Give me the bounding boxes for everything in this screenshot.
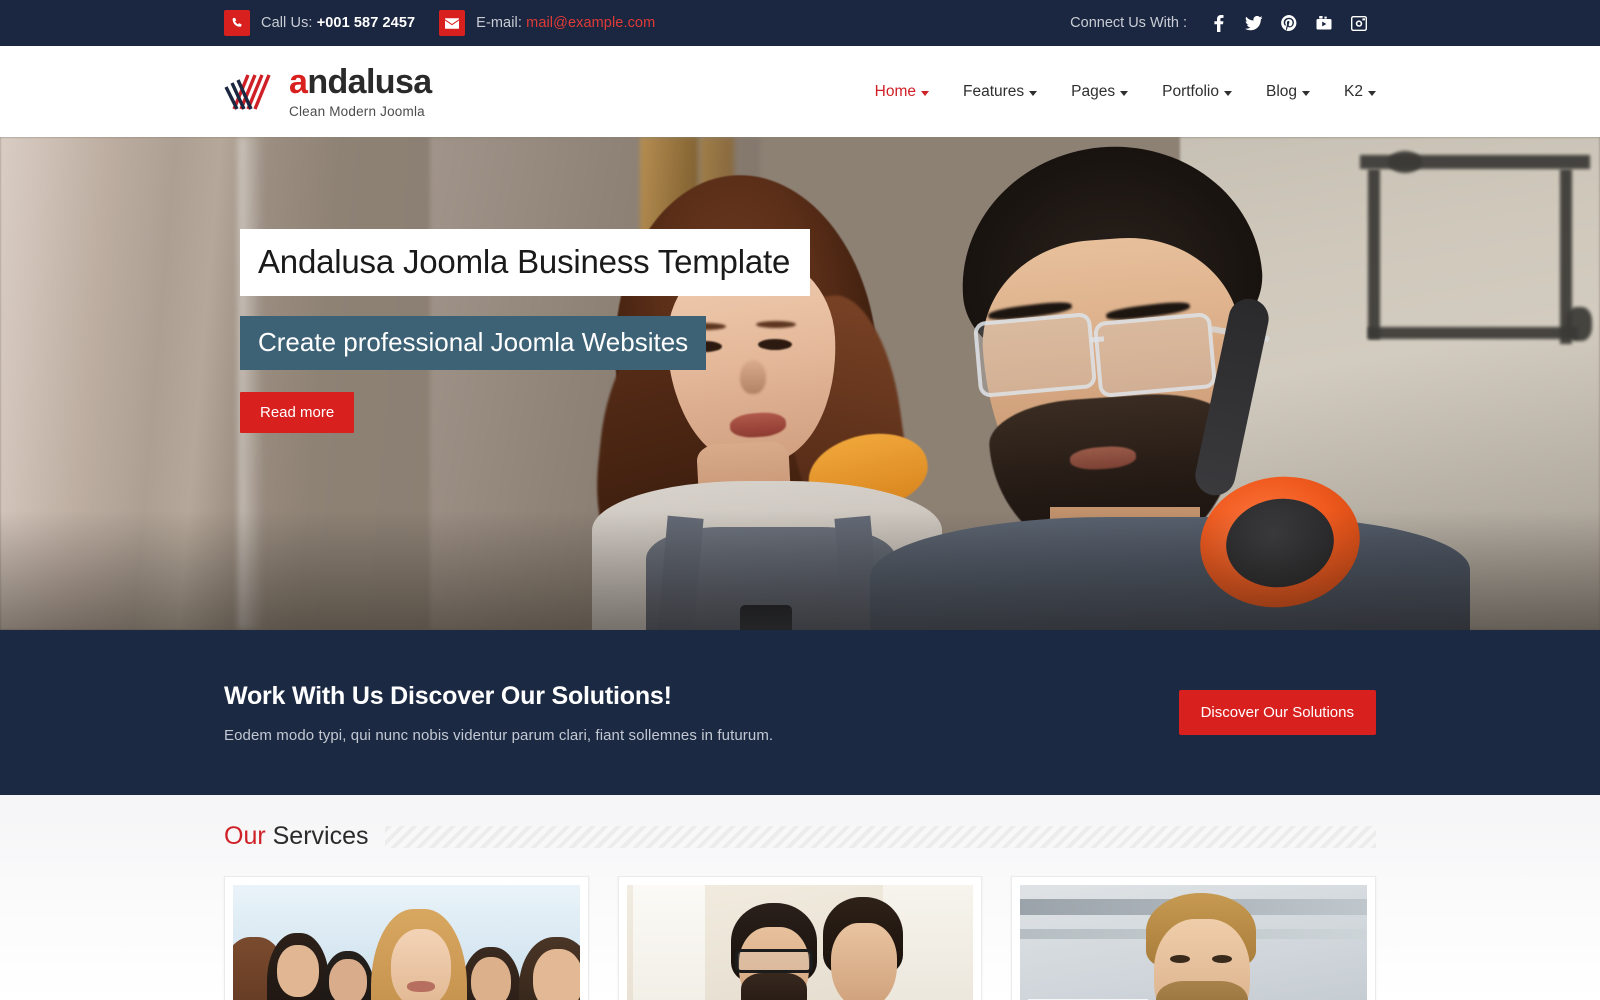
youtube-icon[interactable] <box>1306 8 1341 38</box>
nav-label-home: Home <box>874 82 916 100</box>
email-address[interactable]: mail@example.com <box>526 15 655 31</box>
site-header: andalusa Clean Modern Joomla Home Featur… <box>0 46 1600 137</box>
logo-wordmark: andalusa <box>289 65 432 99</box>
nav-label-portfolio: Portfolio <box>1162 82 1219 100</box>
topbar-contact-group: Call Us: +001 587 2457 E-mail: mail@exam… <box>224 10 655 36</box>
nav-item-k2[interactable]: K2 <box>1327 83 1376 101</box>
services-section-header: Our Services <box>224 795 1376 851</box>
facebook-icon[interactable] <box>1201 8 1236 38</box>
page-root: Call Us: +001 587 2457 E-mail: mail@exam… <box>0 0 1600 1000</box>
phone-contact[interactable]: Call Us: +001 587 2457 <box>224 10 415 36</box>
phone-icon <box>224 10 250 36</box>
email-label: E-mail: <box>476 15 522 31</box>
email-text: E-mail: mail@example.com <box>476 15 655 31</box>
phone-label: Call Us: <box>261 15 313 31</box>
services-title: Our Services <box>224 822 369 851</box>
cta-title: Work With Us Discover Our Solutions! <box>224 681 672 710</box>
service-card[interactable] <box>617 876 983 1000</box>
services-title-accent: Our <box>224 822 266 850</box>
chevron-down-icon <box>1302 90 1311 96</box>
chevron-down-icon <box>921 90 929 96</box>
cta-text-group: Work With Us Discover Our Solutions! Eod… <box>224 682 773 744</box>
service-card-image <box>233 885 580 1000</box>
phone-text: Call Us: +001 587 2457 <box>261 15 415 31</box>
chevron-down-icon <box>1029 90 1038 96</box>
service-card[interactable] <box>1011 876 1377 1000</box>
nav-item-blog[interactable]: Blog <box>1249 83 1327 101</box>
logo-word-rest: ndalusa <box>307 62 432 101</box>
section-stripe-decoration <box>384 825 1376 848</box>
cta-band: Work With Us Discover Our Solutions! Eod… <box>0 630 1600 795</box>
top-contact-bar: Call Us: +001 587 2457 E-mail: mail@exam… <box>0 0 1600 46</box>
hero-title: Andalusa Joomla Business Template <box>240 229 811 296</box>
pinterest-icon[interactable] <box>1271 8 1306 38</box>
service-card[interactable] <box>224 876 589 1000</box>
logo-tagline: Clean Modern Joomla <box>289 103 425 119</box>
chevron-down-icon <box>1368 90 1376 96</box>
andalusa-stripes-logo-icon <box>224 71 276 113</box>
instagram-icon[interactable] <box>1341 8 1376 38</box>
service-card-image <box>626 885 974 1000</box>
services-section: Our Services <box>0 795 1600 1000</box>
email-contact[interactable]: E-mail: mail@example.com <box>439 10 655 36</box>
services-card-grid <box>224 876 1377 1000</box>
twitter-icon[interactable] <box>1236 8 1271 38</box>
main-navigation: Home Features Pages Portfolio Blog K2 <box>858 83 1376 101</box>
nav-item-pages[interactable]: Pages <box>1054 83 1145 101</box>
envelope-icon <box>439 10 466 36</box>
nav-label-k2: K2 <box>1344 82 1363 100</box>
nav-label-blog: Blog <box>1266 82 1298 100</box>
chevron-down-icon <box>1224 90 1232 96</box>
social-links-group: Connect Us With : <box>1070 8 1376 38</box>
connect-label: Connect Us With : <box>1070 15 1187 31</box>
discover-our-solutions-button[interactable]: Discover Our Solutions <box>1178 690 1376 735</box>
nav-item-portfolio[interactable]: Portfolio <box>1145 83 1249 101</box>
service-card-image <box>1020 885 1368 1000</box>
hero-banner: Andalusa Joomla Business Template Create… <box>0 137 1600 630</box>
nav-item-home[interactable]: Home <box>858 83 946 101</box>
nav-item-features[interactable]: Features <box>946 83 1054 101</box>
nav-label-pages: Pages <box>1071 82 1116 100</box>
nav-label-features: Features <box>963 82 1025 100</box>
logo-word-first: a <box>289 62 308 101</box>
logo-text: andalusa Clean Modern Joomla <box>289 65 432 119</box>
phone-number: +001 587 2457 <box>316 15 416 31</box>
cta-subtitle: Eodem modo typi, qui nunc nobis videntur… <box>224 726 774 744</box>
hero-subtitle: Create professional Joomla Websites <box>240 316 707 370</box>
hero-copy-block: Andalusa Joomla Business Template Create… <box>240 229 811 433</box>
site-logo[interactable]: andalusa Clean Modern Joomla <box>224 65 432 119</box>
chevron-down-icon <box>1120 90 1129 96</box>
services-title-rest: Services <box>265 822 369 850</box>
hero-read-more-button[interactable]: Read more <box>240 392 355 433</box>
